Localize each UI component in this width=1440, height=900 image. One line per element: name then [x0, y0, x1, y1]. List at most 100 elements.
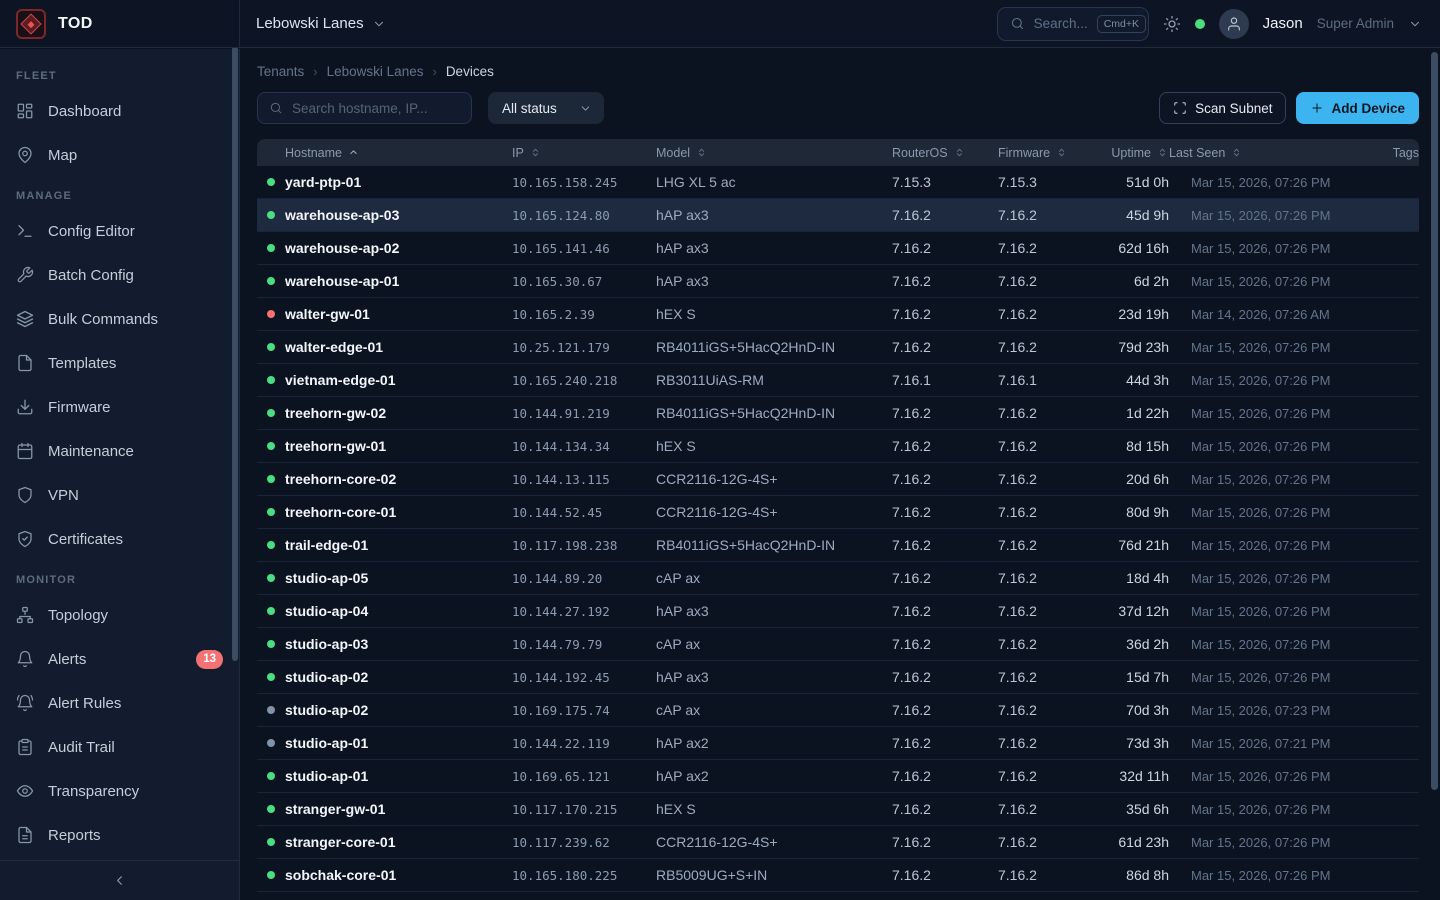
sidebar-item-reports[interactable]: Reports — [0, 813, 239, 857]
chevron-down-icon — [579, 102, 592, 115]
sun-icon[interactable] — [1163, 15, 1181, 33]
cell-ip: 10.144.52.45 — [512, 505, 656, 520]
tenant-switcher[interactable]: Lebowski Lanes — [240, 0, 402, 47]
table-row[interactable]: warehouse-ap-02 10.165.141.46 hAP ax3 7.… — [257, 232, 1419, 265]
sidebar-item-audit-trail[interactable]: Audit Trail — [0, 725, 239, 769]
table-row[interactable]: walter-edge-01 10.25.121.179 RB4011iGS+5… — [257, 331, 1419, 364]
cell-model: RB4011iGS+5HacQ2HnD-IN — [656, 405, 892, 421]
sort-both-icon — [695, 146, 708, 159]
sidebar-item-dashboard[interactable]: Dashboard — [0, 89, 239, 133]
column-header-hostname[interactable]: Hostname — [285, 146, 512, 160]
device-search-input[interactable]: Search hostname, IP... — [257, 92, 472, 124]
main-scrollbar[interactable] — [1431, 52, 1438, 790]
cell-firmware: 7.16.2 — [998, 306, 1103, 322]
presence-dot — [1195, 19, 1205, 29]
table-row[interactable]: stranger-gw-01 10.117.170.215 hEX S 7.16… — [257, 793, 1419, 826]
cell-firmware: 7.16.2 — [998, 273, 1103, 289]
table-row[interactable]: studio-ap-02 10.144.192.45 hAP ax3 7.16.… — [257, 661, 1419, 694]
table-row[interactable]: treehorn-gw-01 10.144.134.34 hEX S 7.16.… — [257, 430, 1419, 463]
avatar[interactable] — [1219, 9, 1249, 39]
sidebar-item-templates[interactable]: Templates — [0, 341, 239, 385]
cell-model: RB4011iGS+5HacQ2HnD-IN — [656, 339, 892, 355]
cell-routeros: 7.16.2 — [892, 537, 998, 553]
sidebar-item-label: Audit Trail — [48, 739, 115, 756]
sidebar-item-topology[interactable]: Topology — [0, 593, 239, 637]
cell-routeros: 7.16.2 — [892, 570, 998, 586]
cell-ip: 10.117.170.215 — [512, 802, 656, 817]
cell-last-seen: Mar 15, 2026, 07:26 PM — [1169, 472, 1359, 487]
calendar-icon — [16, 442, 34, 460]
devices-table: HostnameIPModelRouterOSFirmwareUptimeLas… — [257, 139, 1419, 892]
table-row[interactable]: trail-edge-01 10.117.198.238 RB4011iGS+5… — [257, 529, 1419, 562]
breadcrumb-current: Devices — [446, 64, 494, 79]
status-filter-select[interactable]: All status — [488, 92, 604, 124]
sort-both-icon — [1156, 146, 1169, 159]
sidebar-scrollbar[interactable] — [232, 46, 238, 661]
cell-model: hAP ax3 — [656, 273, 892, 289]
sidebar-item-vpn[interactable]: VPN — [0, 473, 239, 517]
cell-hostname: studio-ap-02 — [285, 702, 512, 718]
status-dot — [267, 706, 275, 714]
add-device-button[interactable]: Add Device — [1296, 92, 1419, 124]
cell-uptime: 8d 15h — [1103, 438, 1169, 454]
sidebar-item-alerts[interactable]: Alerts 13 — [0, 637, 239, 681]
cell-ip: 10.144.134.34 — [512, 439, 656, 454]
cell-hostname: stranger-gw-01 — [285, 801, 512, 817]
sidebar-item-batch-config[interactable]: Batch Config — [0, 253, 239, 297]
cell-uptime: 23d 19h — [1103, 306, 1169, 322]
table-row[interactable]: studio-ap-01 10.144.22.119 hAP ax2 7.16.… — [257, 727, 1419, 760]
table-row[interactable]: yard-ptp-01 10.165.158.245 LHG XL 5 ac 7… — [257, 166, 1419, 199]
cell-ip: 10.117.198.238 — [512, 538, 656, 553]
sidebar-collapse-button[interactable] — [0, 860, 239, 900]
column-header-ip[interactable]: IP — [512, 146, 656, 160]
column-header-model[interactable]: Model — [656, 146, 892, 160]
sidebar-item-firmware[interactable]: Firmware — [0, 385, 239, 429]
cell-hostname: studio-ap-01 — [285, 735, 512, 751]
cell-routeros: 7.16.1 — [892, 372, 998, 388]
table-row[interactable]: studio-ap-02 10.169.175.74 cAP ax 7.16.2… — [257, 694, 1419, 727]
cell-routeros: 7.16.2 — [892, 669, 998, 685]
sidebar-item-map[interactable]: Map — [0, 133, 239, 177]
table-row[interactable]: treehorn-core-01 10.144.52.45 CCR2116-12… — [257, 496, 1419, 529]
sidebar-item-certificates[interactable]: Certificates — [0, 517, 239, 561]
table-row[interactable]: studio-ap-05 10.144.89.20 cAP ax 7.16.2 … — [257, 562, 1419, 595]
breadcrumb-tenants[interactable]: Tenants — [257, 64, 304, 79]
column-header-routeros[interactable]: RouterOS — [892, 146, 998, 160]
table-row[interactable]: warehouse-ap-03 10.165.124.80 hAP ax3 7.… — [257, 199, 1419, 232]
cell-last-seen: Mar 15, 2026, 07:26 PM — [1169, 406, 1359, 421]
cell-firmware: 7.16.2 — [998, 240, 1103, 256]
table-row[interactable]: vietnam-edge-01 10.165.240.218 RB3011UiA… — [257, 364, 1419, 397]
global-search-input[interactable]: Search... Cmd+K — [997, 7, 1149, 41]
column-header-uptime[interactable]: Uptime — [1103, 146, 1169, 160]
sidebar-item-bulk-commands[interactable]: Bulk Commands — [0, 297, 239, 341]
cell-routeros: 7.16.2 — [892, 240, 998, 256]
sidebar-item-label: Dashboard — [48, 103, 121, 120]
sidebar-item-config-editor[interactable]: Config Editor — [0, 209, 239, 253]
column-header-last_seen[interactable]: Last Seen — [1169, 146, 1359, 160]
table-row[interactable]: treehorn-core-02 10.144.13.115 CCR2116-1… — [257, 463, 1419, 496]
search-shortcut-chip: Cmd+K — [1097, 15, 1146, 33]
sidebar-item-alert-rules[interactable]: Alert Rules — [0, 681, 239, 725]
cell-routeros: 7.16.2 — [892, 471, 998, 487]
scan-subnet-button[interactable]: Scan Subnet — [1159, 92, 1286, 124]
table-row[interactable]: walter-gw-01 10.165.2.39 hEX S 7.16.2 7.… — [257, 298, 1419, 331]
sidebar-item-label: Bulk Commands — [48, 311, 158, 328]
table-row[interactable]: treehorn-gw-02 10.144.91.219 RB4011iGS+5… — [257, 397, 1419, 430]
table-row[interactable]: studio-ap-01 10.169.65.121 hAP ax2 7.16.… — [257, 760, 1419, 793]
column-header-firmware[interactable]: Firmware — [998, 146, 1103, 160]
status-dot — [267, 508, 275, 516]
chevron-down-icon[interactable] — [1408, 17, 1422, 31]
sidebar-item-maintenance[interactable]: Maintenance — [0, 429, 239, 473]
cell-last-seen: Mar 15, 2026, 07:26 PM — [1169, 670, 1359, 685]
file-icon — [16, 354, 34, 372]
table-row[interactable]: sobchak-core-01 10.165.180.225 RB5009UG+… — [257, 859, 1419, 892]
table-row[interactable]: warehouse-ap-01 10.165.30.67 hAP ax3 7.1… — [257, 265, 1419, 298]
sidebar-item-transparency[interactable]: Transparency — [0, 769, 239, 813]
table-row[interactable]: studio-ap-04 10.144.27.192 hAP ax3 7.16.… — [257, 595, 1419, 628]
breadcrumb-tenant[interactable]: Lebowski Lanes — [327, 64, 424, 79]
cell-uptime: 61d 23h — [1103, 834, 1169, 850]
table-row[interactable]: studio-ap-03 10.144.79.79 cAP ax 7.16.2 … — [257, 628, 1419, 661]
table-row[interactable]: stranger-core-01 10.117.239.62 CCR2116-1… — [257, 826, 1419, 859]
cell-uptime: 6d 2h — [1103, 273, 1169, 289]
cell-routeros: 7.16.2 — [892, 339, 998, 355]
